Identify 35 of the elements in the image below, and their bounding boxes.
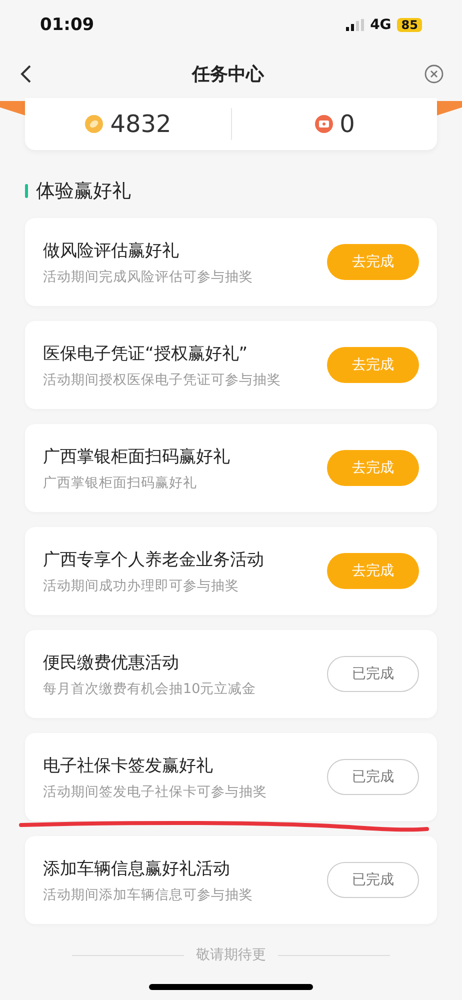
battery-level: 85 (397, 18, 422, 32)
go-complete-button[interactable]: 去完成 (327, 553, 419, 589)
task-description: 活动期间添加车辆信息可参与抽奖 (43, 886, 253, 904)
completed-button[interactable]: 已完成 (327, 656, 419, 692)
page-title: 任务中心 (192, 63, 264, 86)
go-complete-button[interactable]: 去完成 (327, 244, 419, 280)
stat-value: 0 (340, 110, 355, 138)
footer-note: 敬请期待更 (196, 946, 266, 964)
task-title: 医保电子凭证“授权赢好礼” (43, 342, 249, 364)
task-description: 每月首次缴费有机会抽10元立减金 (43, 680, 256, 698)
network-label: 4G (370, 17, 392, 33)
completed-button[interactable]: 已完成 (327, 759, 419, 795)
coin-icon (84, 114, 104, 134)
ticket-icon (314, 114, 334, 134)
task-description: 活动期间授权医保电子凭证可参与抽奖 (43, 370, 281, 388)
task-title: 做风险评估赢好礼 (43, 240, 180, 262)
close-icon[interactable] (424, 64, 444, 84)
stat-value: 4832 (110, 110, 172, 138)
task-description: 活动期间完成风险评估可参与抽奖 (43, 268, 253, 286)
task-title: 电子社保卡签发赢好礼 (43, 754, 214, 776)
task-title: 广西专享个人养老金业务活动 (43, 548, 264, 570)
task-description: 活动期间签发电子社保卡可参与抽奖 (43, 782, 267, 800)
task-title: 便民缴费优惠活动 (43, 652, 180, 674)
task-title: 广西掌银柜面扫码赢好礼 (43, 446, 230, 468)
task-description: 广西掌银柜面扫码赢好礼 (43, 474, 198, 492)
back-icon[interactable] (20, 64, 32, 84)
status-time: 01:09 (40, 15, 94, 35)
go-complete-button[interactable]: 去完成 (327, 450, 419, 486)
task-title: 添加车辆信息赢好礼活动 (43, 858, 231, 880)
go-complete-button[interactable]: 去完成 (327, 347, 419, 383)
completed-button[interactable]: 已完成 (327, 862, 419, 898)
section-title: 体验赢好礼 (36, 179, 131, 204)
task-description: 活动期间成功办理即可参与抽奖 (43, 576, 240, 594)
signal-icon (346, 19, 364, 31)
section-marker (25, 184, 28, 198)
